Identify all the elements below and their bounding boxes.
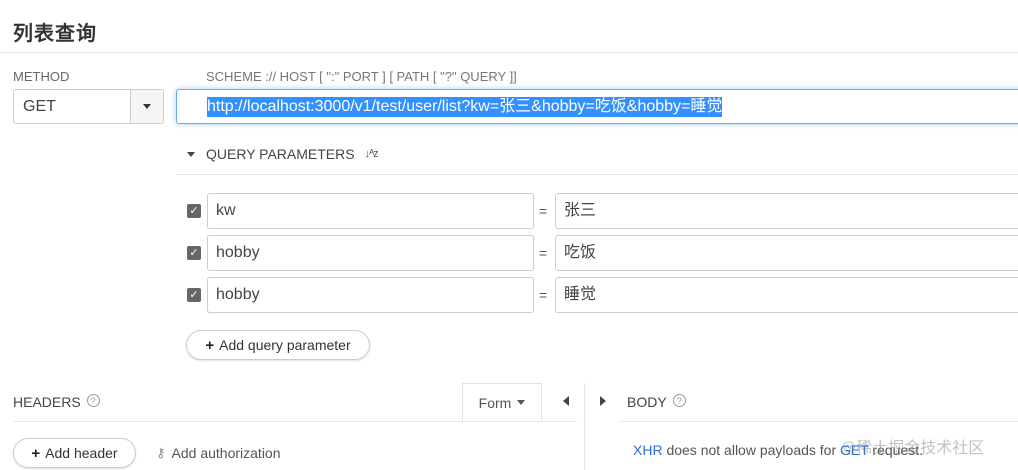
method-select[interactable]: GET bbox=[13, 89, 164, 124]
add-header-label: Add header bbox=[45, 445, 118, 461]
add-query-parameter-button[interactable]: + Add query parameter bbox=[186, 330, 370, 360]
body-label: BODY? bbox=[627, 394, 686, 410]
headers-title: HEADERS bbox=[13, 394, 81, 410]
param-checkbox[interactable]: ✓ bbox=[187, 288, 201, 302]
param-checkbox[interactable]: ✓ bbox=[187, 246, 201, 260]
param-checkbox[interactable]: ✓ bbox=[187, 204, 201, 218]
caret-down-icon bbox=[517, 400, 526, 405]
equals-sign: = bbox=[539, 287, 548, 303]
body-divider bbox=[618, 421, 1018, 422]
param-key-input[interactable]: kw bbox=[207, 193, 534, 229]
query-parameters-label: QUERY PARAMETERS bbox=[206, 146, 355, 162]
param-value-input[interactable]: 张三 bbox=[555, 193, 1018, 229]
add-authorization-link[interactable]: ⚷ Add authorization bbox=[156, 445, 281, 461]
param-key-input[interactable]: hobby bbox=[207, 277, 534, 313]
expand-right-icon[interactable] bbox=[600, 396, 606, 406]
add-authorization-label: Add authorization bbox=[171, 445, 281, 461]
url-input[interactable]: http://localhost:3000/v1/test/user/list?… bbox=[176, 89, 1018, 124]
query-parameters-toggle[interactable]: QUERY PARAMETERS ↓ᴬz bbox=[187, 146, 379, 162]
url-text: http://localhost:3000/v1/test/user/list?… bbox=[207, 96, 723, 117]
equals-sign: = bbox=[539, 245, 548, 261]
help-icon[interactable]: ? bbox=[672, 394, 686, 407]
add-header-button[interactable]: + Add header bbox=[13, 438, 136, 468]
caret-down-icon bbox=[143, 104, 151, 109]
xhr-link[interactable]: XHR bbox=[633, 442, 663, 458]
collapse-left-icon[interactable] bbox=[563, 396, 569, 406]
page-title: 列表查询 bbox=[13, 23, 97, 45]
param-value-input[interactable]: 吃饭 bbox=[555, 235, 1018, 271]
query-divider bbox=[176, 174, 1018, 175]
note-text: does not allow payloads for bbox=[662, 442, 841, 458]
method-dropdown-button[interactable] bbox=[130, 90, 163, 123]
form-label: Form bbox=[478, 394, 512, 411]
form-dropdown[interactable]: Form bbox=[462, 383, 542, 421]
body-title: BODY bbox=[627, 394, 667, 410]
param-row: ✓ kw = 张三 bbox=[186, 193, 1018, 229]
param-value-input[interactable]: 睡觉 bbox=[555, 277, 1018, 313]
param-row: ✓ hobby = 吃饭 bbox=[186, 235, 1018, 271]
method-value: GET bbox=[23, 98, 56, 115]
key-icon: ⚷ bbox=[156, 445, 166, 460]
param-row: ✓ hobby = 睡觉 bbox=[186, 277, 1018, 313]
equals-sign: = bbox=[539, 203, 548, 219]
plus-icon: + bbox=[205, 336, 215, 354]
title-divider bbox=[0, 52, 1018, 53]
headers-label: HEADERS? bbox=[13, 394, 100, 410]
panel-divider bbox=[584, 383, 585, 470]
triangle-down-icon bbox=[187, 151, 195, 157]
method-label: METHOD bbox=[13, 69, 70, 84]
watermark: @稀土掘金技术社区 bbox=[840, 440, 985, 457]
help-icon[interactable]: ? bbox=[86, 394, 100, 407]
headers-divider bbox=[13, 421, 577, 422]
plus-icon: + bbox=[31, 444, 41, 462]
sort-alpha-icon[interactable]: ↓ᴬz bbox=[365, 148, 379, 160]
scheme-hint: SCHEME :// HOST [ ":" PORT ] [ PATH [ "?… bbox=[206, 69, 517, 84]
param-key-input[interactable]: hobby bbox=[207, 235, 534, 271]
add-query-parameter-label: Add query parameter bbox=[219, 337, 351, 353]
